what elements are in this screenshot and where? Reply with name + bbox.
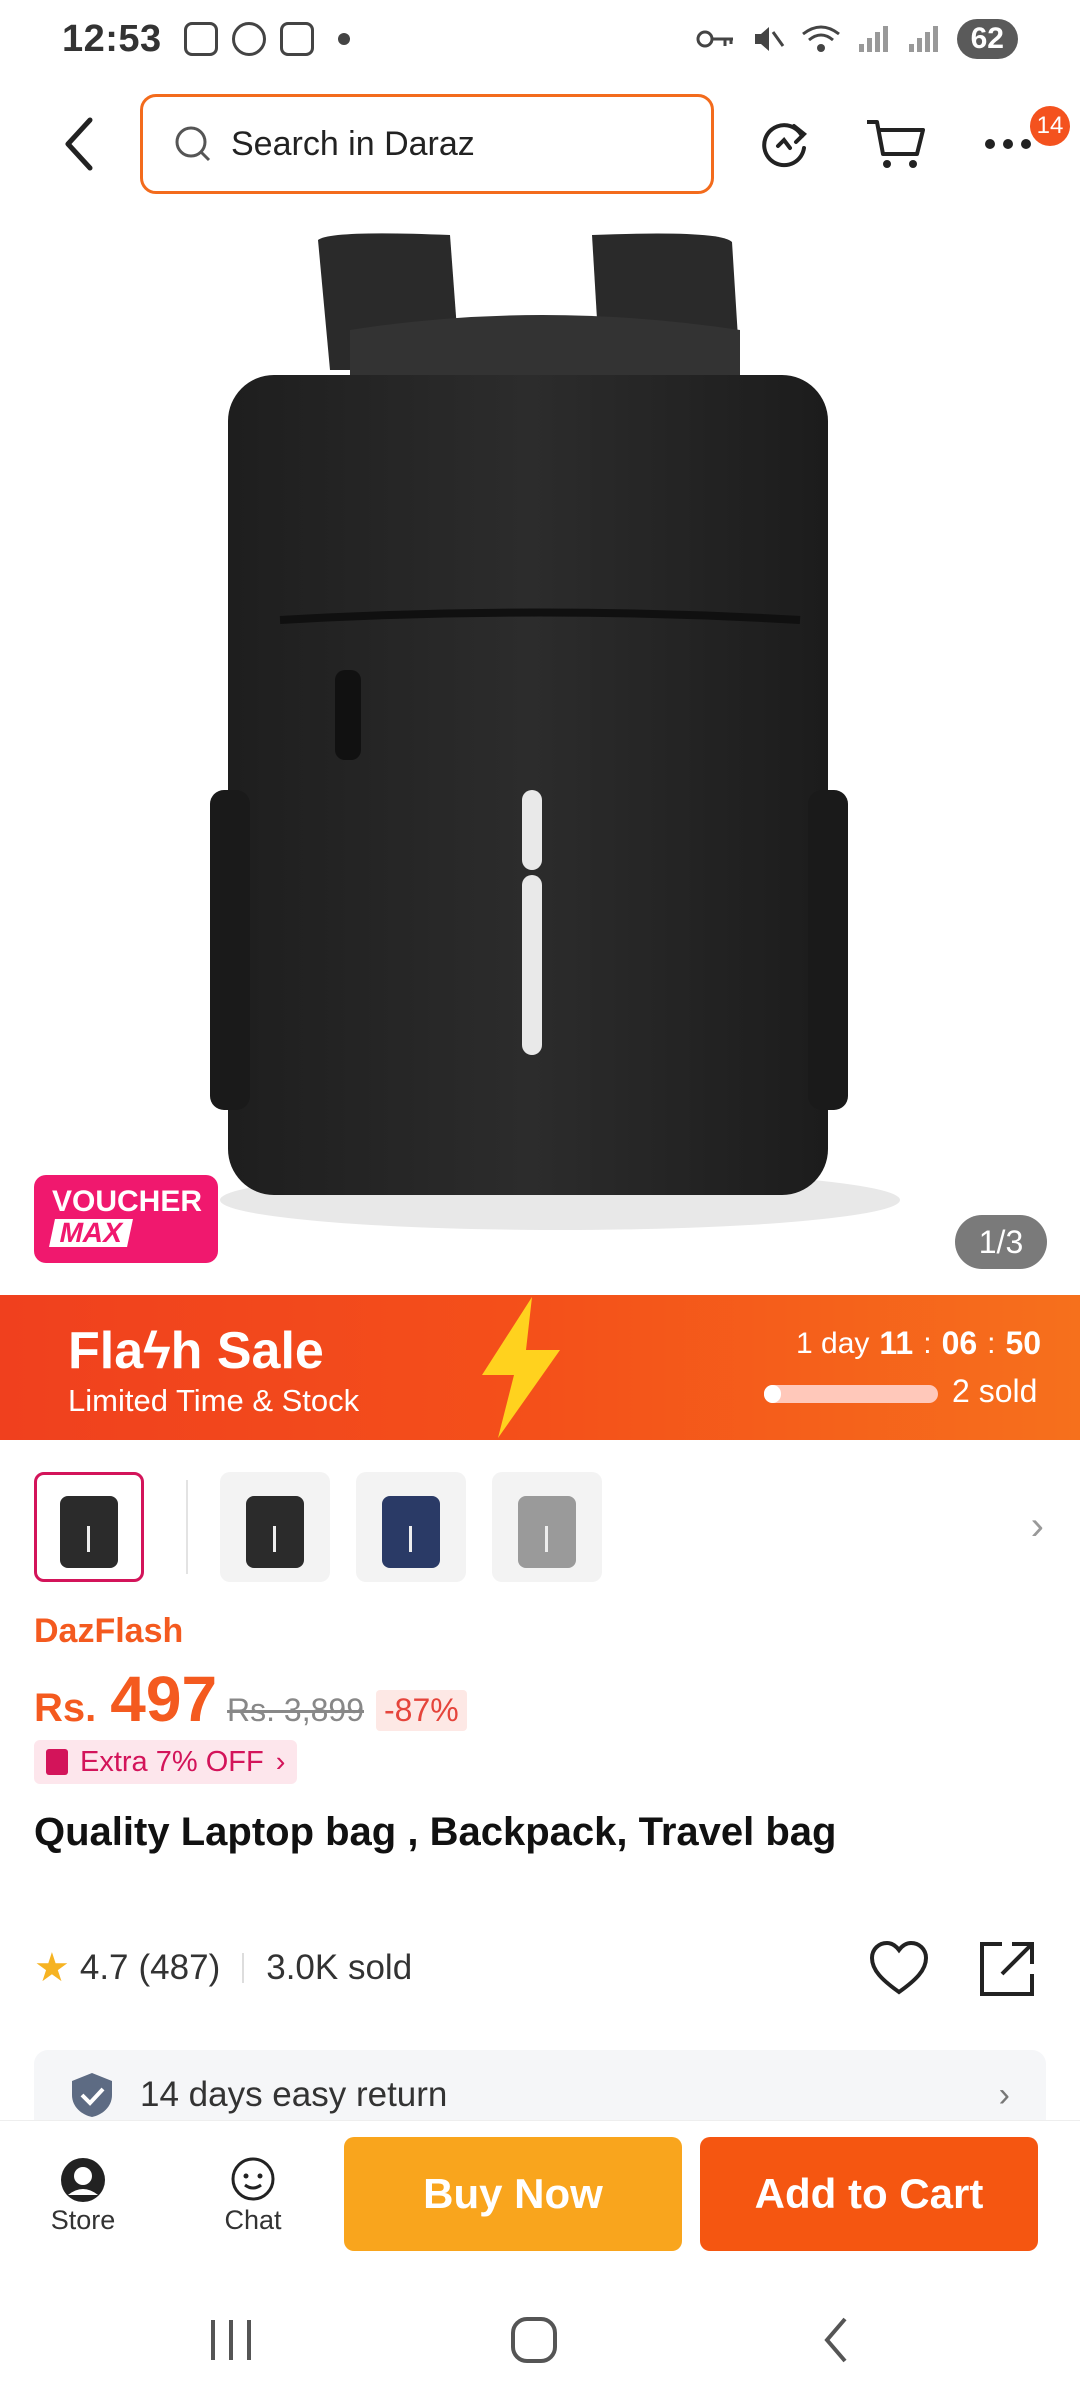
- price-currency: Rs.: [34, 1686, 97, 1730]
- image-counter: 1/3: [955, 1215, 1047, 1269]
- thumb-backpack-icon: [518, 1496, 576, 1568]
- chevron-right-icon[interactable]: ›: [1031, 1504, 1044, 1549]
- shield-check-icon: [72, 2073, 112, 2117]
- sold-progress-bar: [764, 1385, 938, 1403]
- signal-2-icon: [908, 26, 938, 52]
- chat-button[interactable]: Chat: [198, 2155, 308, 2236]
- share-icon: [980, 1942, 1034, 1996]
- back-button[interactable]: [48, 112, 112, 176]
- vpn-key-icon: [696, 30, 733, 48]
- system-navigation-bar: [0, 2272, 1080, 2400]
- buy-now-button[interactable]: Buy Now: [344, 2137, 682, 2251]
- share-button[interactable]: [976, 1938, 1038, 2000]
- backpack-image: [210, 233, 900, 1230]
- flash-sale-title: Flaϟh Sale: [68, 1322, 324, 1380]
- extra-off-label: Extra 7% OFF: [80, 1745, 264, 1778]
- countdown-hours: 11: [879, 1325, 914, 1361]
- voucher-max-label: MAX: [49, 1217, 134, 1248]
- back-chevron-icon: [824, 2317, 847, 2363]
- store-button[interactable]: Store: [28, 2155, 138, 2236]
- cart-icon: [867, 120, 925, 168]
- heart-icon: [869, 1940, 929, 1995]
- home-icon: [511, 2317, 557, 2363]
- thumb-backpack-icon: [246, 1496, 304, 1568]
- countdown-seconds: 50: [1005, 1325, 1042, 1361]
- sold-progress-fill: [764, 1385, 782, 1403]
- sold-count: 3.0K sold: [266, 1948, 413, 1987]
- discount-badge: -87%: [376, 1690, 467, 1731]
- status-bar: 12:53 62: [0, 0, 1080, 78]
- flash-sale-subtitle: Limited Time & Stock: [68, 1383, 360, 1418]
- voucher-tag-icon: [46, 1749, 68, 1775]
- bottom-action-bar: Store Chat Buy Now Add to Cart: [0, 2120, 1080, 2272]
- status-time: 12:53: [62, 17, 162, 60]
- signal-icon: [858, 26, 888, 52]
- cart-button[interactable]: [860, 108, 932, 180]
- battery-indicator: 62: [956, 19, 1018, 59]
- home-button[interactable]: [494, 2312, 574, 2368]
- notification-icons: [183, 22, 350, 56]
- campaign-label: DazFlash: [34, 1612, 184, 1650]
- star-icon: ★: [34, 1946, 70, 1990]
- variant-thumbnails: ›: [34, 1472, 1054, 1584]
- flash-sold-count: 2 sold: [952, 1373, 1038, 1409]
- system-back-button[interactable]: [796, 2312, 876, 2368]
- flash-sale-banner[interactable]: Flaϟh Sale Limited Time & Stock 1 day 11…: [0, 1295, 1080, 1440]
- search-icon: [175, 126, 211, 162]
- divider: [242, 1953, 245, 1983]
- mute-icon: [754, 27, 784, 51]
- thumbnail-navy[interactable]: [356, 1472, 466, 1582]
- chat-label: Chat: [224, 2205, 282, 2235]
- store-avatar-icon: [61, 2158, 105, 2202]
- instagram-notification-icon: [279, 22, 314, 56]
- search-placeholder: Search in Daraz: [231, 124, 475, 163]
- top-bar: Search in Daraz: [0, 92, 1080, 196]
- thumbnail-divider: [186, 1480, 188, 1574]
- thumb-backpack-icon: [382, 1496, 440, 1568]
- rating-row[interactable]: ★ 4.7 (487) 3.0K sold: [34, 1945, 412, 1991]
- thumbnail-black-selected[interactable]: [34, 1472, 144, 1582]
- recent-apps-button[interactable]: [192, 2312, 272, 2368]
- countdown-days: 1 day: [796, 1326, 870, 1360]
- search-input[interactable]: Search in Daraz: [140, 94, 714, 194]
- refresh-history-icon: [762, 123, 807, 168]
- thumbnail-grey[interactable]: [492, 1472, 602, 1582]
- notification-badge: 14: [1030, 106, 1070, 146]
- back-arrow-icon: [65, 117, 93, 171]
- add-to-cart-button[interactable]: Add to Cart: [700, 2137, 1038, 2251]
- chevron-right-icon: ›: [275, 1745, 286, 1778]
- recent-apps-icon: [211, 2320, 251, 2360]
- system-icons: 62: [695, 19, 1018, 59]
- extra-off-voucher[interactable]: Extra 7% OFF ›: [34, 1740, 298, 1784]
- thumb-backpack-icon: [60, 1496, 118, 1568]
- more-notifications-dot-icon: [337, 33, 350, 45]
- return-policy-text: 14 days easy return: [140, 2075, 448, 2114]
- chat-icon: [231, 2157, 275, 2201]
- product-image[interactable]: [0, 210, 1080, 1295]
- history-button[interactable]: [748, 108, 820, 180]
- chevron-right-icon: ›: [998, 2075, 1010, 2114]
- price-row: Rs. 497 Rs. 3,899 -87%: [34, 1662, 467, 1736]
- whatsapp-notification-icon: [231, 22, 266, 56]
- thumbnail-black[interactable]: [220, 1472, 330, 1582]
- store-label: Store: [50, 2205, 116, 2235]
- review-count: (487): [138, 1948, 221, 1987]
- voucher-label: VOUCHER: [52, 1185, 203, 1218]
- countdown-minutes: 06: [941, 1325, 978, 1361]
- original-price: Rs. 3,899: [227, 1692, 364, 1728]
- current-price: 497: [110, 1663, 218, 1735]
- wishlist-button[interactable]: [868, 1938, 930, 2000]
- voucher-max-badge[interactable]: VOUCHER MAX: [34, 1175, 218, 1263]
- wifi-icon: [801, 25, 840, 52]
- lightning-bolt-icon: [482, 1297, 560, 1438]
- product-title: Quality Laptop bag , Backpack, Travel ba…: [34, 1810, 837, 1854]
- more-dots-icon: [985, 139, 1031, 149]
- gallery-notification-icon: [183, 22, 218, 56]
- flash-countdown: 1 day 11 : 06 : 50: [796, 1325, 1042, 1361]
- rating-value: 4.7: [79, 1948, 129, 1987]
